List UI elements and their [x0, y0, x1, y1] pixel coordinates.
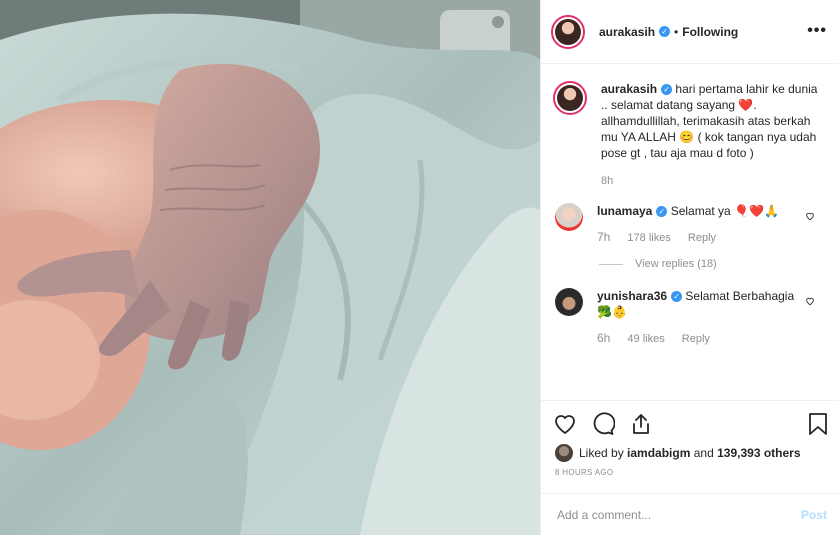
verified-icon: ✓ — [671, 291, 683, 303]
liker-avatar[interactable] — [555, 444, 573, 462]
more-icon[interactable]: ••• — [807, 22, 827, 40]
commenter-avatar[interactable] — [555, 288, 583, 316]
caption-avatar[interactable] — [553, 81, 587, 115]
bookmark-icon[interactable] — [807, 412, 829, 436]
author-avatar[interactable] — [551, 14, 585, 49]
like-comment-heart-icon[interactable] — [805, 296, 815, 306]
caption-time[interactable]: 8h — [601, 175, 613, 187]
comment-item: lunamaya ✓ Selamat ya 🎈❤️🙏 7h 178 likes R… — [541, 203, 839, 246]
liked-by-prefix: Liked by — [579, 446, 624, 460]
view-replies-button[interactable]: View replies (18) — [599, 258, 839, 270]
post-comment-button[interactable]: Post — [801, 508, 827, 522]
view-replies-label[interactable]: View replies (18) — [635, 258, 717, 270]
comment-meta: 7h 178 likes Reply — [597, 229, 797, 246]
verified-icon: ✓ — [659, 26, 671, 37]
caption-username[interactable]: aurakasih — [601, 82, 657, 96]
post-timestamp[interactable]: 8 HOURS AGO — [541, 462, 839, 477]
reply-button[interactable]: Reply — [682, 333, 710, 345]
caption: aurakasih ✓ hari pertama lahir ke dunia .… — [541, 65, 839, 189]
verified-icon: ✓ — [656, 206, 668, 218]
liker-username[interactable]: iamdabigm — [627, 446, 690, 460]
reply-button[interactable]: Reply — [688, 232, 716, 244]
comment-icon[interactable] — [591, 412, 615, 436]
comment-input[interactable] — [555, 506, 801, 523]
comment-username[interactable]: yunishara36 — [597, 289, 667, 303]
comment-time[interactable]: 7h — [597, 230, 610, 244]
comment-likes[interactable]: 178 likes — [627, 232, 670, 244]
heart-icon[interactable] — [553, 412, 577, 436]
likes-summary: Liked by iamdabigm and 139,393 others — [541, 438, 839, 462]
smile-emoji: 😊 — [679, 130, 695, 144]
caption-meta: 8h — [601, 173, 823, 189]
post-side-panel: aurakasih ✓ • Following ••• aurakasih ✓ h… — [540, 0, 839, 535]
commenter-avatar[interactable] — [555, 203, 583, 231]
comment-meta: 6h 49 likes Reply — [597, 330, 797, 347]
separator-dot: • — [674, 24, 679, 39]
post-photo[interactable] — [0, 0, 540, 535]
heart-emoji: ❤️ — [738, 98, 754, 112]
comment-time[interactable]: 6h — [597, 331, 610, 345]
comment-text: Selamat ya 🎈❤️🙏 — [670, 204, 779, 218]
post-actions: Liked by iamdabigm and 139,393 others 8 … — [541, 400, 839, 477]
action-icons — [541, 401, 839, 438]
replies-divider — [599, 263, 623, 265]
verified-icon: ✓ — [661, 84, 673, 96]
comment-username[interactable]: lunamaya — [597, 204, 652, 218]
post-header: aurakasih ✓ • Following ••• — [541, 0, 839, 64]
author-username[interactable]: aurakasih — [599, 25, 655, 39]
comment-likes[interactable]: 49 likes — [627, 333, 664, 345]
likes-count[interactable]: 139,393 others — [717, 446, 800, 460]
share-icon[interactable] — [629, 412, 653, 436]
comment-item: yunishara36 ✓ Selamat Berbahagia 🥦👶 6h 49… — [541, 288, 839, 347]
liked-by-middle: and — [690, 446, 718, 460]
newborn-photo — [0, 0, 540, 535]
comments-list[interactable]: aurakasih ✓ hari pertama lahir ke dunia .… — [541, 65, 839, 400]
like-comment-heart-icon[interactable] — [805, 211, 815, 221]
add-comment-bar: Post — [541, 493, 839, 535]
following-button[interactable]: Following — [682, 25, 738, 39]
